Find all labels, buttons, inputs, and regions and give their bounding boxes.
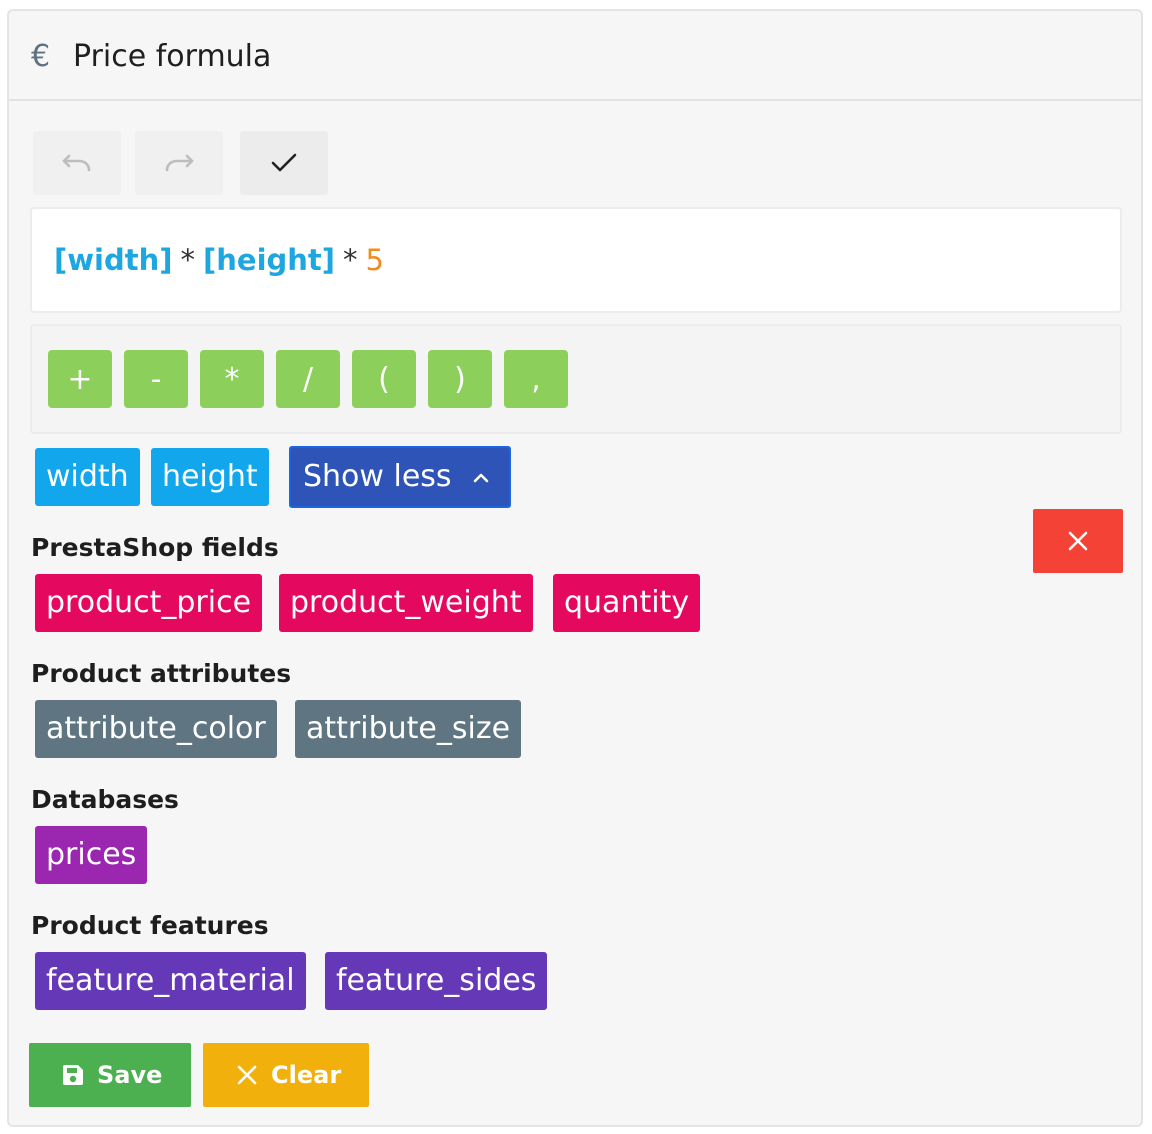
save-label: Save: [97, 1061, 163, 1089]
show-less-button[interactable]: Show less: [289, 446, 511, 508]
operator-open-paren-button[interactable]: (: [352, 350, 416, 408]
close-icon: [1068, 531, 1088, 551]
field-tag-product-price[interactable]: product_price: [35, 574, 263, 632]
operator-close-paren-button[interactable]: ): [428, 350, 492, 408]
attribute-tag-color[interactable]: attribute_color: [35, 700, 277, 758]
variable-tag-width[interactable]: width: [35, 448, 140, 506]
show-less-label: Show less: [303, 459, 452, 494]
operator-divide-button[interactable]: /: [276, 350, 340, 408]
feature-tag-sides[interactable]: feature_sides: [325, 952, 548, 1010]
formula-variable: [width]: [54, 243, 173, 277]
save-button[interactable]: Save: [29, 1043, 191, 1107]
price-formula-panel: € Price formula [width] * [height] * 5 + - *…: [7, 9, 1143, 1127]
operator-toolbar: + - * / ( ) ,: [30, 324, 1122, 434]
field-tag-quantity[interactable]: quantity: [553, 574, 701, 632]
formula-expression: [width] * [height] * 5: [54, 239, 384, 281]
attribute-tag-size[interactable]: attribute_size: [295, 700, 522, 758]
clear-label: Clear: [271, 1061, 342, 1089]
panel-header: € Price formula: [9, 11, 1141, 101]
section-label-prestashop-fields: PrestaShop fields: [31, 533, 279, 562]
check-icon: [271, 153, 297, 172]
formula-operator: *: [343, 243, 358, 277]
section-label-product-attributes: Product attributes: [31, 659, 292, 688]
formula-number: 5: [365, 243, 384, 277]
validate-button[interactable]: [240, 131, 328, 195]
field-tag-product-weight[interactable]: product_weight: [279, 574, 533, 632]
panel-title: Price formula: [73, 39, 272, 74]
redo-button[interactable]: [135, 131, 223, 195]
operator-comma-button[interactable]: ,: [504, 350, 568, 408]
close-button[interactable]: [1033, 509, 1123, 573]
formula-variable: [height]: [203, 243, 336, 277]
formula-operator: *: [180, 243, 196, 277]
operator-plus-button[interactable]: +: [48, 350, 112, 408]
chevron-up-icon: [473, 473, 489, 483]
operator-multiply-button[interactable]: *: [200, 350, 264, 408]
formula-editor[interactable]: [width] * [height] * 5: [30, 207, 1122, 313]
floppy-disk-icon: [63, 1065, 83, 1085]
euro-icon: €: [31, 39, 51, 74]
variable-tag-height[interactable]: height: [151, 448, 269, 506]
database-tag-prices[interactable]: prices: [35, 826, 148, 884]
section-label-databases: Databases: [31, 785, 179, 814]
redo-icon: [165, 154, 194, 172]
feature-tag-material[interactable]: feature_material: [35, 952, 306, 1010]
close-icon: [237, 1065, 257, 1085]
undo-button[interactable]: [33, 131, 121, 195]
undo-icon: [62, 154, 91, 172]
section-label-product-features: Product features: [31, 911, 269, 940]
operator-minus-button[interactable]: -: [124, 350, 188, 408]
clear-button[interactable]: Clear: [203, 1043, 369, 1107]
